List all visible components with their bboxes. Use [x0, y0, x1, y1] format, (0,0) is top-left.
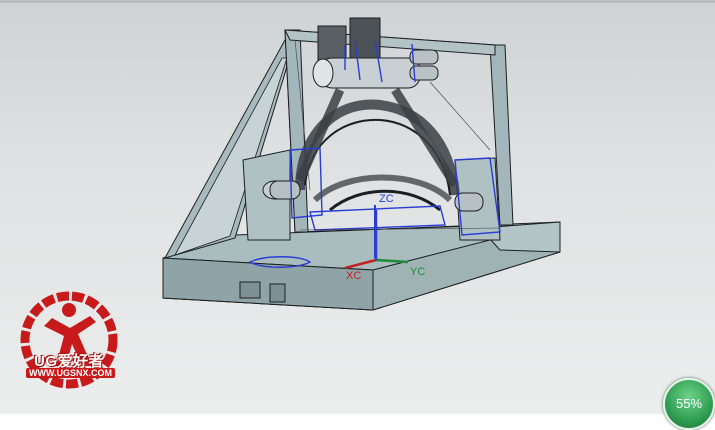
xc-axis-label: XC — [346, 270, 362, 282]
zoom-indicator[interactable]: 55% — [663, 378, 715, 430]
top-hub[interactable] — [312, 17, 439, 89]
graphics-viewport[interactable]: ZC XC YC UG爱好者 WWW.UGSNX.COM 55% — [0, 0, 715, 430]
logo-url: WWW.UGSNX.COM — [26, 368, 115, 378]
zoom-percentage: 55% — [675, 396, 703, 411]
zc-axis-label: ZC — [379, 193, 394, 205]
yc-axis-label: YC — [410, 266, 426, 278]
swing-arms[interactable] — [295, 87, 460, 212]
